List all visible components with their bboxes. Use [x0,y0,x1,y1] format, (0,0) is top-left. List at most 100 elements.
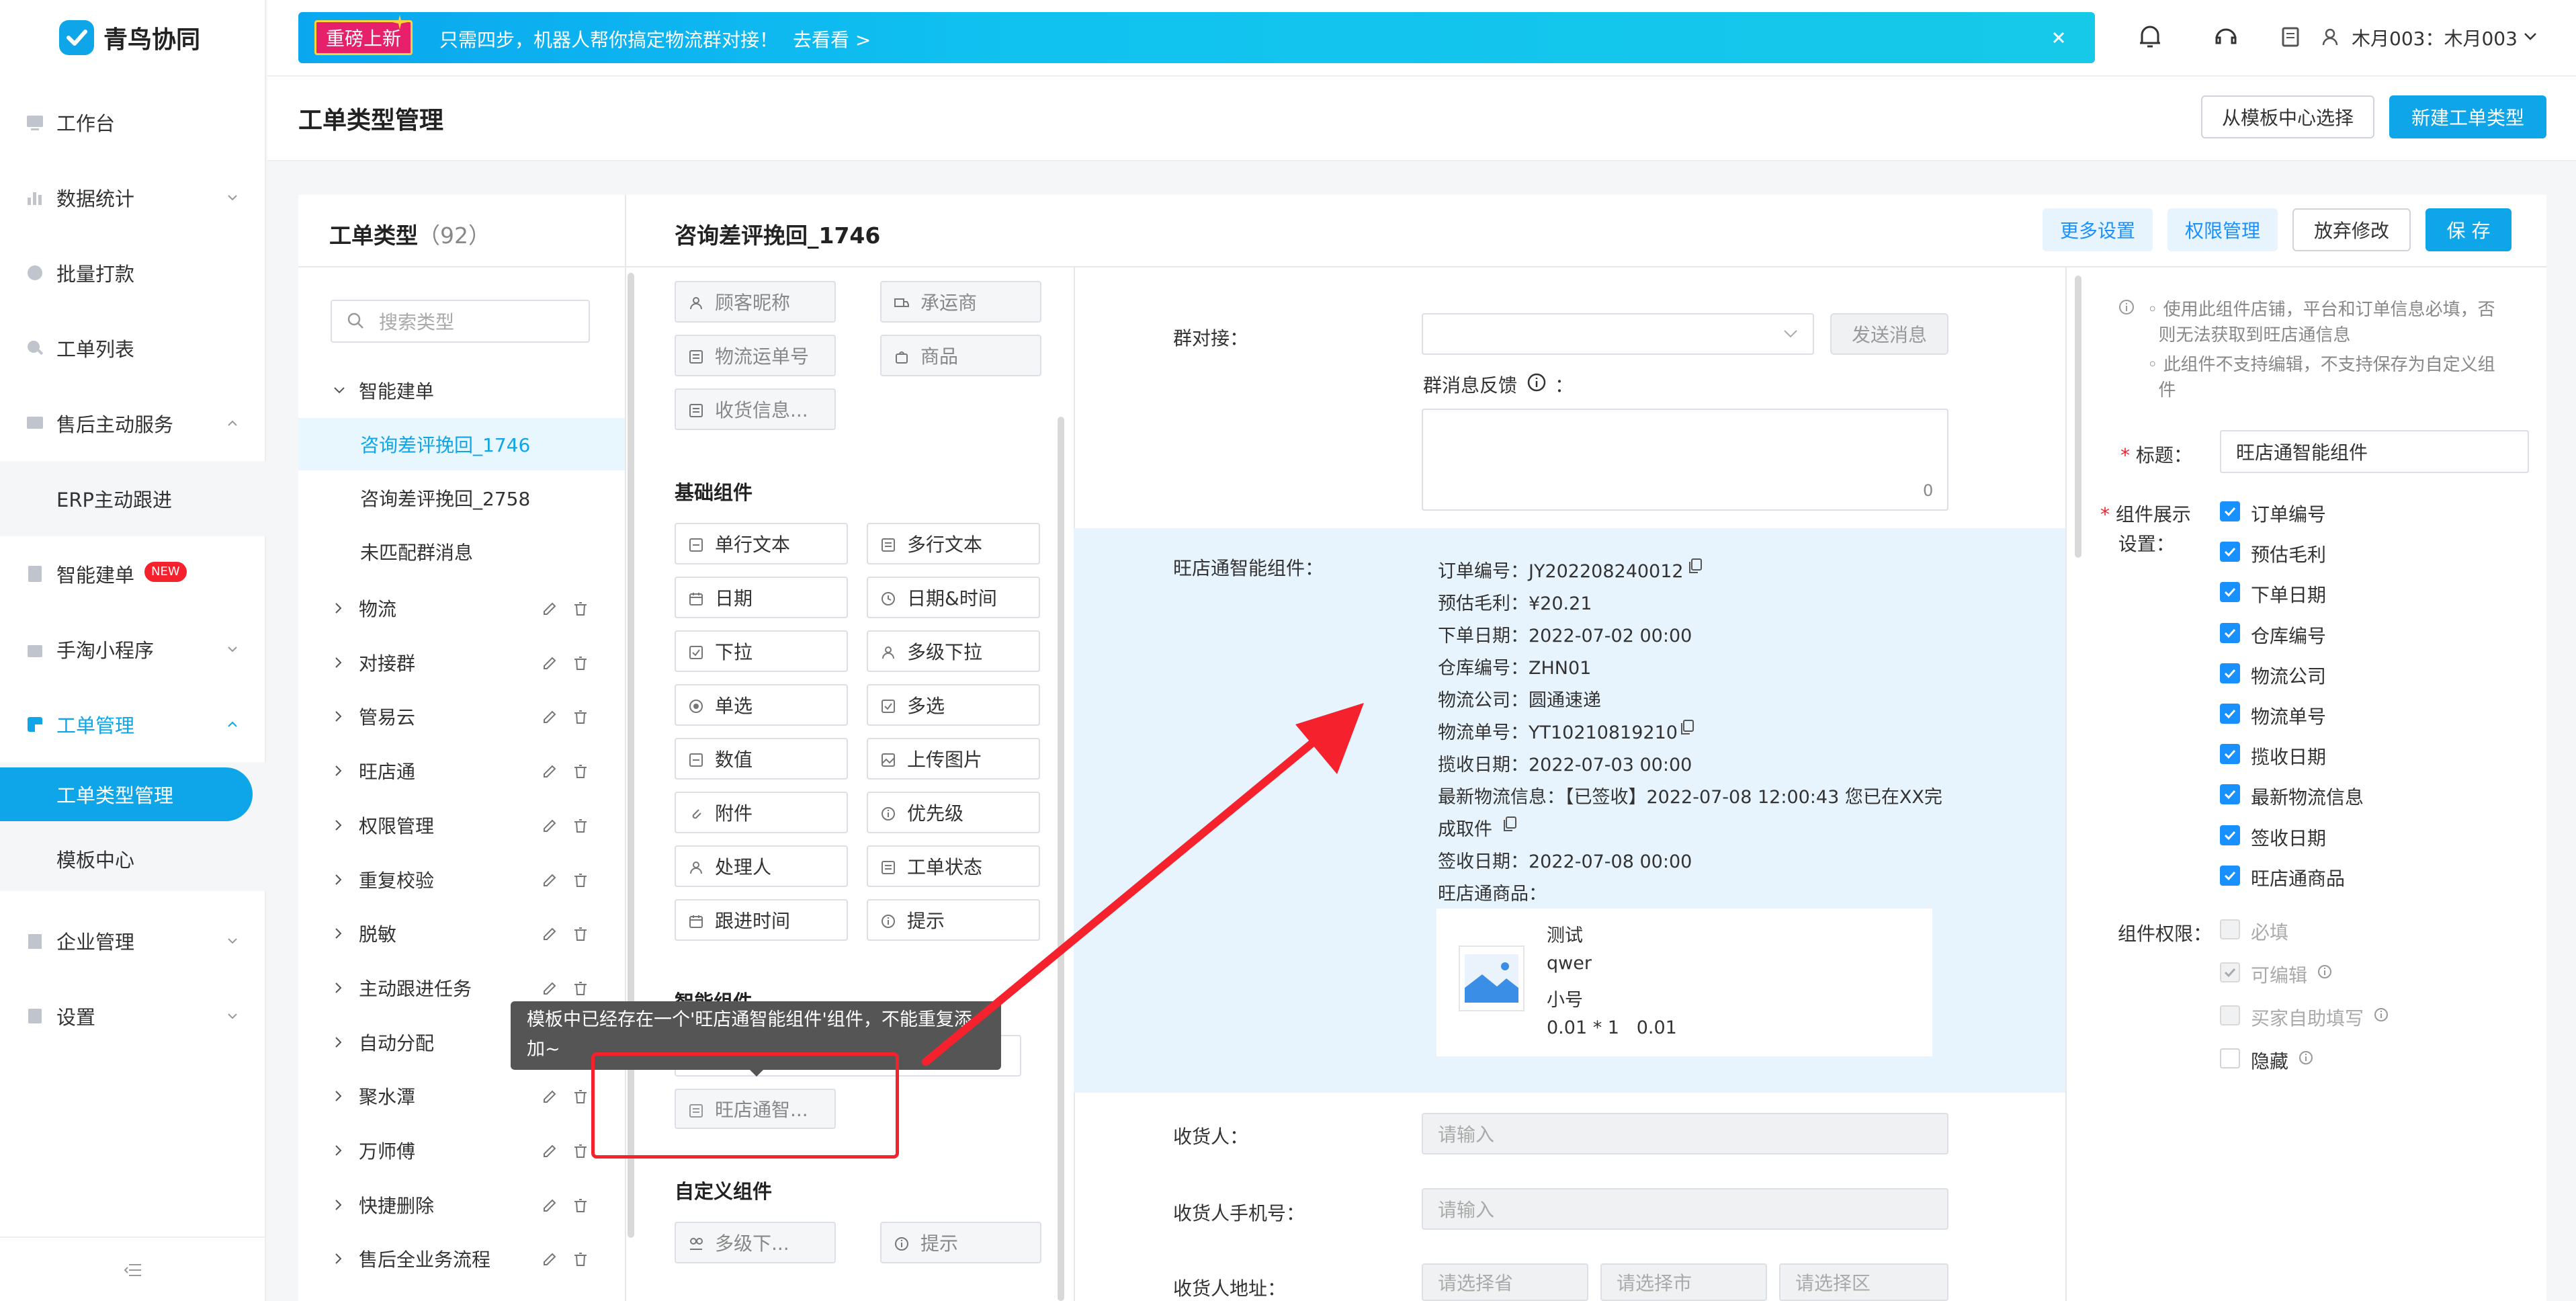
user-name[interactable]: 木月003：木月003 [2352,24,2518,51]
group-select[interactable] [1422,313,1814,355]
chevron-down-icon[interactable] [2524,32,2537,42]
sidebar-collapse[interactable] [0,1236,266,1301]
chevron-right-icon [335,982,342,993]
city-select[interactable]: 请选择市 [1600,1263,1767,1301]
tree-group[interactable]: 重复校验 [298,853,625,906]
trash-icon [574,819,587,833]
permission-button[interactable]: 权限管理 [2167,208,2278,251]
bell-icon[interactable] [2138,23,2162,50]
display-checkbox[interactable] [2220,542,2240,562]
tree-group[interactable]: 物流 [298,582,625,634]
promo-banner[interactable]: 重磅上新 只需四步，机器人帮你搞定物流群对接！ 去看看 > [298,12,2095,63]
nav-enterprise[interactable]: 企业管理 [0,903,266,978]
tree-item[interactable]: 咨询差评挽回_2758 [298,472,625,524]
component-custom-cascader[interactable]: 多级下... [675,1222,836,1263]
datetime-component[interactable]: 日期&时间 [867,577,1040,618]
tree-group[interactable]: 旺店通智能组件 [298,1287,625,1301]
send-message-button[interactable]: 发送消息 [1830,313,1948,355]
permission-checkbox[interactable] [2220,962,2240,982]
display-checkbox[interactable] [2220,704,2240,724]
permission-checkbox[interactable] [2220,919,2240,939]
permission-checkbox[interactable] [2220,1048,2240,1068]
tree-group[interactable]: 管易云 [298,690,625,743]
new-ticket-type-button[interactable]: 新建工单类型 [2389,95,2546,138]
tree-group[interactable]: 售后全业务流程 [298,1232,625,1285]
component-user[interactable]: 顾客昵称 [675,281,836,323]
tree-group-smart-create[interactable]: 智能建单 [298,364,625,417]
followup-time-component[interactable]: 跟进时间 [675,899,848,941]
close-icon[interactable] [2052,31,2065,44]
nav-settings[interactable]: 设置 [0,978,266,1054]
tree-group[interactable]: 万师傅 [298,1124,625,1177]
phone-input[interactable]: 请输入 [1422,1188,1948,1230]
discard-changes-button[interactable]: 放弃修改 [2292,208,2411,251]
assignee-icon [690,862,702,874]
component-title-input[interactable]: 旺店通智能组件 [2220,430,2529,473]
receiver-input[interactable]: 请输入 [1422,1113,1948,1155]
type-search-input[interactable]: 搜索类型 [331,300,590,343]
attachment-component[interactable]: 附件 [675,792,848,833]
display-checkbox[interactable] [2220,663,2240,683]
display-checkbox[interactable] [2220,622,2240,643]
nav-erp-followup[interactable]: ERP主动跟进 [0,461,266,536]
calendar-component[interactable]: 日期 [675,577,848,618]
feedback-textarea[interactable] [1422,409,1948,511]
cascader-component[interactable]: 多级下拉 [867,630,1040,672]
display-checkbox[interactable] [2220,825,2240,845]
chevron-down-icon [228,938,237,944]
divider [298,266,2546,267]
component-receiver-info[interactable]: 收货信息... [675,388,836,430]
editor-title: 咨询差评挽回_1746 [675,222,881,249]
component-waybill[interactable]: 物流运单号 [675,335,836,376]
tree-item-selected[interactable]: 咨询差评挽回_1746 [298,418,625,470]
district-select[interactable]: 请选择区 [1779,1263,1948,1301]
nav-statistics[interactable]: 数据统计 [0,160,266,235]
tree-group-label: 对接群 [359,652,416,675]
component-goods[interactable]: 商品 [880,335,1041,376]
component-truck[interactable]: 承运商 [880,281,1041,323]
select-from-template-button[interactable]: 从模板中心选择 [2201,95,2374,138]
trash-icon [574,710,587,724]
tree-group[interactable]: 对接群 [298,636,625,689]
display-checkbox[interactable] [2220,501,2240,521]
nav-smart-create[interactable]: 智能建单 NEW [0,536,266,612]
nav-workbench[interactable]: 工作台 [0,85,266,160]
multi-line-component[interactable]: 多行文本 [867,523,1040,564]
single-line-component[interactable]: 单行文本 [675,523,848,564]
dropdown-component[interactable]: 下拉 [675,630,848,672]
form-scrollbar[interactable] [2075,276,2081,558]
tree-group[interactable]: 脱敏 [298,907,625,960]
tree-group[interactable]: 旺店通 [298,745,625,797]
headset-icon[interactable] [2213,24,2239,50]
more-settings-button[interactable]: 更多设置 [2043,208,2153,251]
permission-checkbox[interactable] [2220,1005,2240,1025]
display-checkbox[interactable] [2220,582,2240,603]
save-button[interactable]: 保 存 [2425,208,2511,251]
assignee-component[interactable]: 处理人 [675,845,848,887]
single-line-icon [689,538,703,552]
tree-group[interactable]: 权限管理 [298,799,625,851]
radio-component[interactable]: 单选 [675,684,848,726]
display-checkbox[interactable] [2220,784,2240,805]
province-select[interactable]: 请选择省 [1422,1263,1588,1301]
tree-group[interactable]: 聚水潭 [298,1070,625,1122]
display-checkbox[interactable] [2220,865,2240,886]
nav-ticket-management[interactable]: 工单管理 [0,687,266,762]
nav-ticket-type-management[interactable]: 工单类型管理 [0,762,266,827]
nav-batch-payment[interactable]: 批量打款 [0,235,266,310]
goods-price: 0.01 * 1 0.01 [1547,1017,1677,1038]
number-component[interactable]: 数值 [675,738,848,780]
display-checkbox[interactable] [2220,744,2240,765]
nav-aftersale-service[interactable]: 售后主动服务 [0,386,266,461]
tree-item[interactable]: 未匹配群消息 [298,526,625,578]
props-notice-1: ◦ 使用此组件店铺，平台和订单信息必填，否 则无法获取到旺店通信息 [2147,300,2495,345]
nav-template-center[interactable]: 模板中心 [0,827,266,891]
nav-taobao-miniapp[interactable]: 手淘小程序 [0,612,266,687]
file-icon[interactable] [2282,27,2299,47]
component-custom-tip[interactable]: 提示 [880,1222,1041,1263]
banner-link[interactable]: 去看看 > [793,26,871,52]
props-notice-2: ◦ 此组件不支持编辑，不支持保存为自定义组 件 [2147,355,2495,401]
nav-ticket-list[interactable]: 工单列表 [0,310,266,386]
tree-group[interactable]: 快捷删除 [298,1179,625,1231]
building-icon [28,934,42,949]
